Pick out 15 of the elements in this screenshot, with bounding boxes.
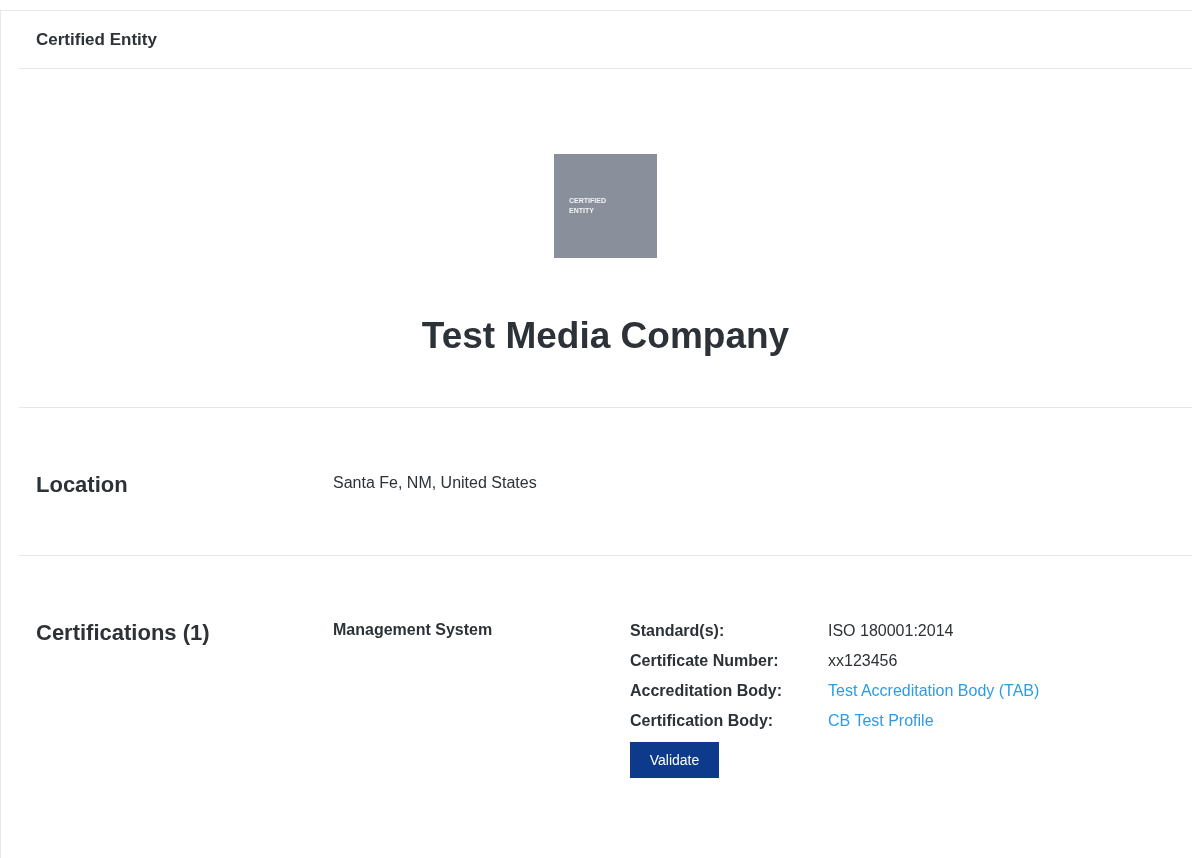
certification-type: Management System xyxy=(333,620,494,640)
location-heading: Location xyxy=(36,471,129,499)
detail-label: Accreditation Body: xyxy=(630,681,783,701)
company-name: Test Media Company xyxy=(421,314,790,358)
detail-value: ISO 180001:2014 xyxy=(828,621,954,641)
section-title: Certified Entity xyxy=(36,28,157,51)
certifications-heading: Certifications (1) xyxy=(36,619,211,647)
validate-button[interactable]: Validate xyxy=(630,742,719,778)
detail-label: Certificate Number: xyxy=(630,651,780,671)
location-value: Santa Fe, NM, United States xyxy=(333,473,537,493)
detail-link[interactable]: CB Test Profile xyxy=(828,709,934,733)
detail-label: Certification Body: xyxy=(630,711,775,731)
detail-label: Standard(s): xyxy=(630,621,726,641)
detail-value: xx123456 xyxy=(828,651,898,671)
detail-link[interactable]: Test Accreditation Body (TAB) xyxy=(828,679,1040,703)
